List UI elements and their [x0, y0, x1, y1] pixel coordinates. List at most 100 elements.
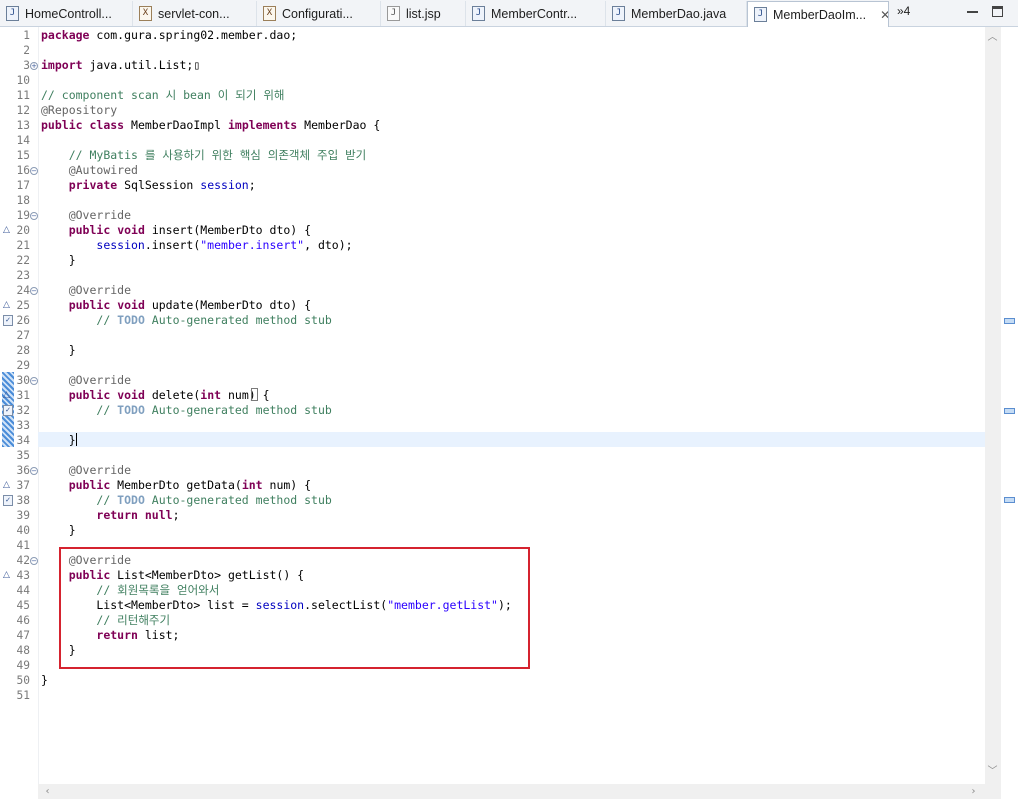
tab-overflow-button[interactable]: »4 [897, 4, 910, 18]
code-line-text: } [41, 523, 76, 537]
code-line-text: @Autowired [68, 163, 138, 177]
code-line[interactable]: public void delete(int num) { [38, 388, 985, 403]
code-line[interactable]: } [38, 343, 985, 358]
tab-7[interactable]: J MemberDaoIm... ✕ [747, 1, 889, 27]
line-number: 50 [16, 674, 30, 687]
code-line[interactable]: return null; [38, 508, 985, 523]
code-line[interactable]: @Override [38, 283, 985, 298]
code-line[interactable] [38, 448, 985, 463]
line-number: 48 [16, 644, 30, 657]
tab-5[interactable]: J MemberContr... [466, 1, 606, 26]
tab-1[interactable]: J HomeControll... [0, 1, 133, 26]
line-number: 21 [16, 239, 30, 252]
code-line[interactable]: @Repository [38, 103, 985, 118]
collapse-fold-icon[interactable]: − [30, 287, 38, 295]
overview-marker[interactable] [1004, 408, 1015, 414]
scroll-left-icon[interactable]: ‹ [40, 784, 55, 799]
code-line[interactable]: } [38, 433, 985, 448]
code-line[interactable]: public void insert(MemberDto dto) { [38, 223, 985, 238]
code-line-text: public void insert(MemberDto dto) { [68, 223, 312, 237]
line-number: 27 [16, 329, 30, 342]
collapse-fold-icon[interactable]: − [30, 167, 38, 175]
code-line[interactable]: // TODO Auto-generated method stub [38, 403, 985, 418]
code-line[interactable]: } [38, 253, 985, 268]
scroll-up-icon[interactable]: ︿ [985, 30, 1000, 45]
overview-ruler[interactable] [1001, 27, 1018, 799]
code-line[interactable]: public MemberDto getData(int num) { [38, 478, 985, 493]
code-line[interactable]: private SqlSession session; [38, 178, 985, 193]
code-line[interactable] [38, 43, 985, 58]
code-line[interactable]: public class MemberDaoImpl implements Me… [38, 118, 985, 133]
line-number: 30 [16, 374, 30, 387]
code-line-text: private SqlSession session; [68, 178, 256, 192]
task-marker-icon[interactable]: ✓ [3, 315, 13, 326]
tab-6[interactable]: J MemberDao.java [606, 1, 747, 26]
code-line[interactable]: // MyBatis 를 사용하기 위한 핵심 의존객체 주입 받기 [38, 148, 985, 163]
code-line-text: @Override [68, 373, 132, 387]
code-line[interactable] [38, 358, 985, 373]
java-file-icon: J [612, 6, 625, 21]
code-line[interactable] [38, 688, 985, 703]
collapse-fold-icon[interactable]: − [30, 212, 38, 220]
code-line[interactable]: // TODO Auto-generated method stub [38, 493, 985, 508]
scroll-down-icon[interactable]: ﹀ [985, 764, 1000, 779]
xml-file-icon: X [139, 6, 152, 21]
task-marker-icon[interactable]: ✓ [3, 405, 13, 416]
tab-3[interactable]: X Configurati... [257, 1, 381, 26]
code-line[interactable] [38, 133, 985, 148]
line-number: 36 [16, 464, 30, 477]
code-line-text: public class MemberDaoImpl implements Me… [41, 118, 381, 132]
code-line[interactable] [38, 268, 985, 283]
expand-fold-icon[interactable]: + [30, 62, 38, 70]
override-marker-icon[interactable]: △ [3, 226, 13, 235]
code-line-text: } [41, 673, 48, 687]
vertical-scrollbar[interactable]: ︿ ﹀ [985, 27, 1001, 784]
code-line[interactable]: @Override [38, 463, 985, 478]
code-line[interactable]: // component scan 시 bean 이 되기 위해 [38, 88, 985, 103]
code-editor[interactable]: 1 2 3 +10 11 12 13 14 15 16−17 18 19−20 △ 21 22 23 24−25… [0, 27, 1018, 799]
code-line[interactable]: package com.gura.spring02.member.dao; [38, 28, 985, 43]
override-marker-icon[interactable]: △ [3, 301, 13, 310]
line-number: 33 [16, 419, 30, 432]
code-line[interactable] [38, 73, 985, 88]
code-line[interactable]: @Autowired [38, 163, 985, 178]
code-line[interactable]: @Override [38, 208, 985, 223]
code-line[interactable]: import java.util.List;▯ [38, 58, 985, 73]
line-number: 2 [23, 44, 30, 57]
code-line[interactable]: session.insert("member.insert", dto); [38, 238, 985, 253]
overview-marker[interactable] [1004, 497, 1015, 503]
close-tab-icon[interactable]: ✕ [880, 8, 888, 22]
code-line[interactable] [38, 193, 985, 208]
horizontal-scrollbar[interactable]: ‹ › [38, 784, 985, 799]
code-area[interactable]: package com.gura.spring02.member.dao; imp… [38, 27, 985, 784]
tab-2[interactable]: Xservlet-con... [133, 1, 257, 26]
code-line[interactable]: public void update(MemberDto dto) { [38, 298, 985, 313]
code-line[interactable] [38, 418, 985, 433]
code-line[interactable]: } [38, 673, 985, 688]
minimize-icon[interactable] [967, 11, 978, 13]
code-line[interactable]: @Override [38, 373, 985, 388]
collapse-fold-icon[interactable]: − [30, 557, 38, 565]
java-file-icon: J [6, 6, 19, 21]
override-marker-icon[interactable]: △ [3, 481, 13, 490]
line-number: 24 [16, 284, 30, 297]
tab-label: Configurati... [282, 6, 353, 21]
maximize-icon[interactable] [992, 6, 1003, 17]
collapse-fold-icon[interactable]: − [30, 377, 38, 385]
overview-marker[interactable] [1004, 318, 1015, 324]
task-marker-icon[interactable]: ✓ [3, 495, 13, 506]
scroll-right-icon[interactable]: › [966, 784, 981, 799]
tab-4[interactable]: Jlist.jsp [381, 1, 466, 26]
code-line[interactable]: // TODO Auto-generated method stub [38, 313, 985, 328]
collapse-fold-icon[interactable]: − [30, 467, 38, 475]
xml-file-icon: X [263, 6, 276, 21]
line-number: 23 [16, 269, 30, 282]
override-marker-icon[interactable]: △ [3, 391, 13, 400]
line-number-ruler: 1 2 3 +10 11 12 13 14 15 16−17 18 19−20 △ 21 22 23 24−25… [0, 27, 39, 784]
line-number: 49 [16, 659, 30, 672]
tab-label: HomeControll... [25, 6, 112, 21]
override-marker-icon[interactable]: △ [3, 571, 13, 580]
code-line-text: public void update(MemberDto dto) { [68, 298, 312, 312]
code-line[interactable]: } [38, 523, 985, 538]
code-line[interactable] [38, 328, 985, 343]
